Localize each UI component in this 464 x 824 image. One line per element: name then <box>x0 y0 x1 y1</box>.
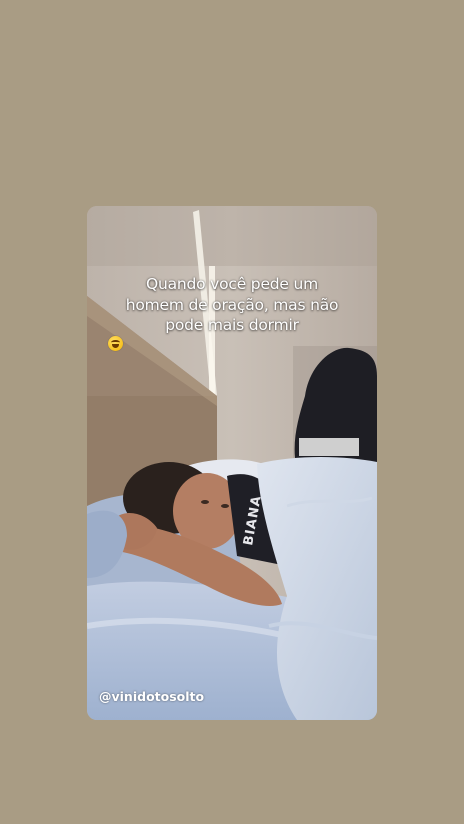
caption-line-3: pode mais dormir <box>165 316 299 334</box>
story-caption: Quando você pede um homem de oração, mas… <box>105 274 359 351</box>
caption-line-3-wrap: pode mais dormir <box>105 315 359 351</box>
watermark-handle: @vinidotosolto <box>99 689 205 704</box>
caption-line-1: Quando você pede um <box>145 275 319 293</box>
laughing-emoji-icon <box>108 335 123 351</box>
caption-line-2: homem de oração, mas não <box>125 295 339 314</box>
story-card[interactable]: BIANA Quando você pede um homem de oraçã… <box>87 206 377 720</box>
